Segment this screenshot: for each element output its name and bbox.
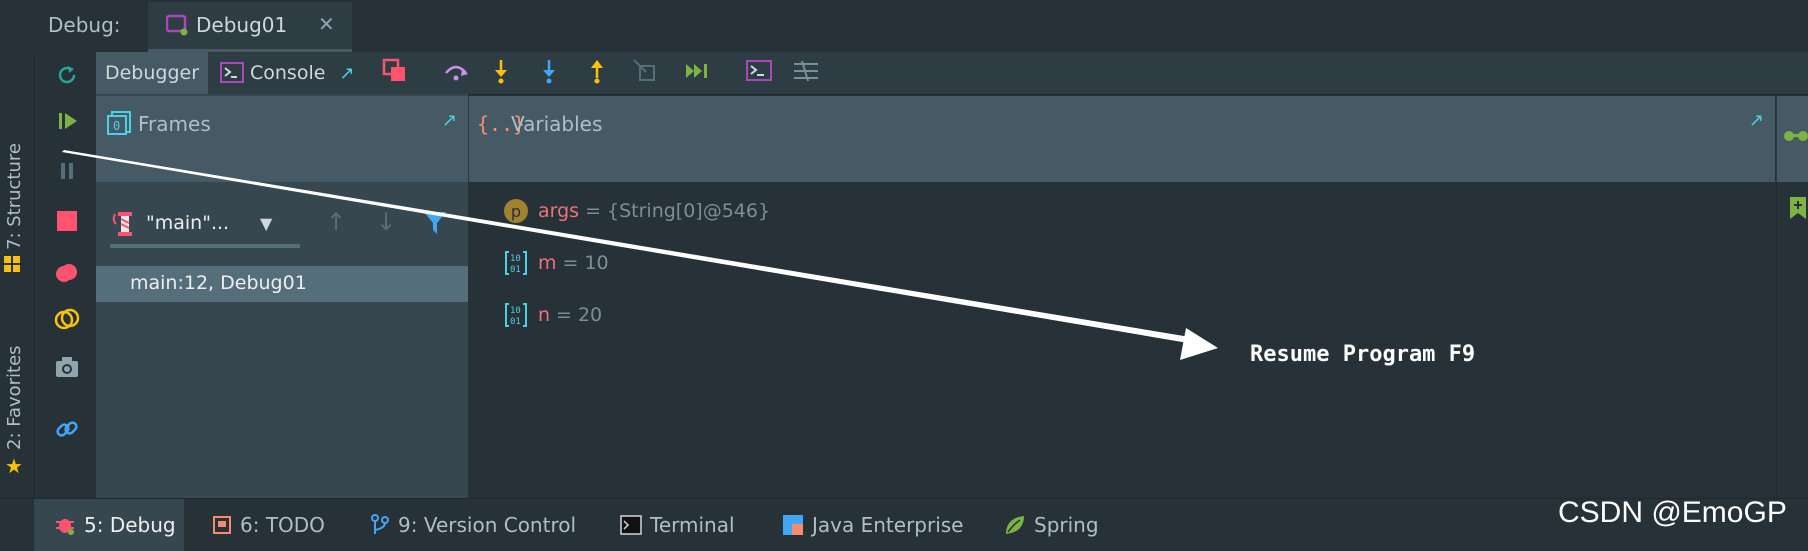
debug-tab-label: 5: Debug (84, 513, 176, 537)
spring-leaf-icon (1004, 514, 1026, 536)
todo-tab-label: 6: TODO (240, 513, 325, 537)
watermark: CSDN @EmoGP (1558, 496, 1787, 529)
vcs-tab-label: 9: Version Control (398, 513, 577, 537)
tool-tab-debug[interactable]: 5: Debug (34, 499, 184, 551)
terminal-tab-label: Terminal (650, 513, 735, 537)
annotation-arrow (62, 150, 1218, 360)
branch-icon (370, 514, 390, 536)
tool-tab-terminal[interactable]: Terminal (620, 499, 735, 551)
tool-tab-version-control[interactable]: 9: Version Control (370, 499, 576, 551)
tool-tab-todo[interactable]: 6: TODO (212, 499, 325, 551)
tool-tab-java-enterprise[interactable]: Java Enterprise (782, 499, 963, 551)
todo-icon (212, 515, 232, 535)
java-enterprise-tab-label: Java Enterprise (812, 513, 964, 537)
tool-tab-spring[interactable]: Spring (1004, 499, 1099, 551)
bottom-tool-bar: 5: Debug 6: TODO 9: Version Control Term… (0, 498, 1808, 551)
bug-icon (54, 514, 76, 536)
java-enterprise-icon (782, 514, 804, 536)
annotation-label: Resume Program F9 (1250, 342, 1476, 367)
spring-tab-label: Spring (1034, 513, 1099, 537)
terminal-icon (620, 515, 642, 535)
